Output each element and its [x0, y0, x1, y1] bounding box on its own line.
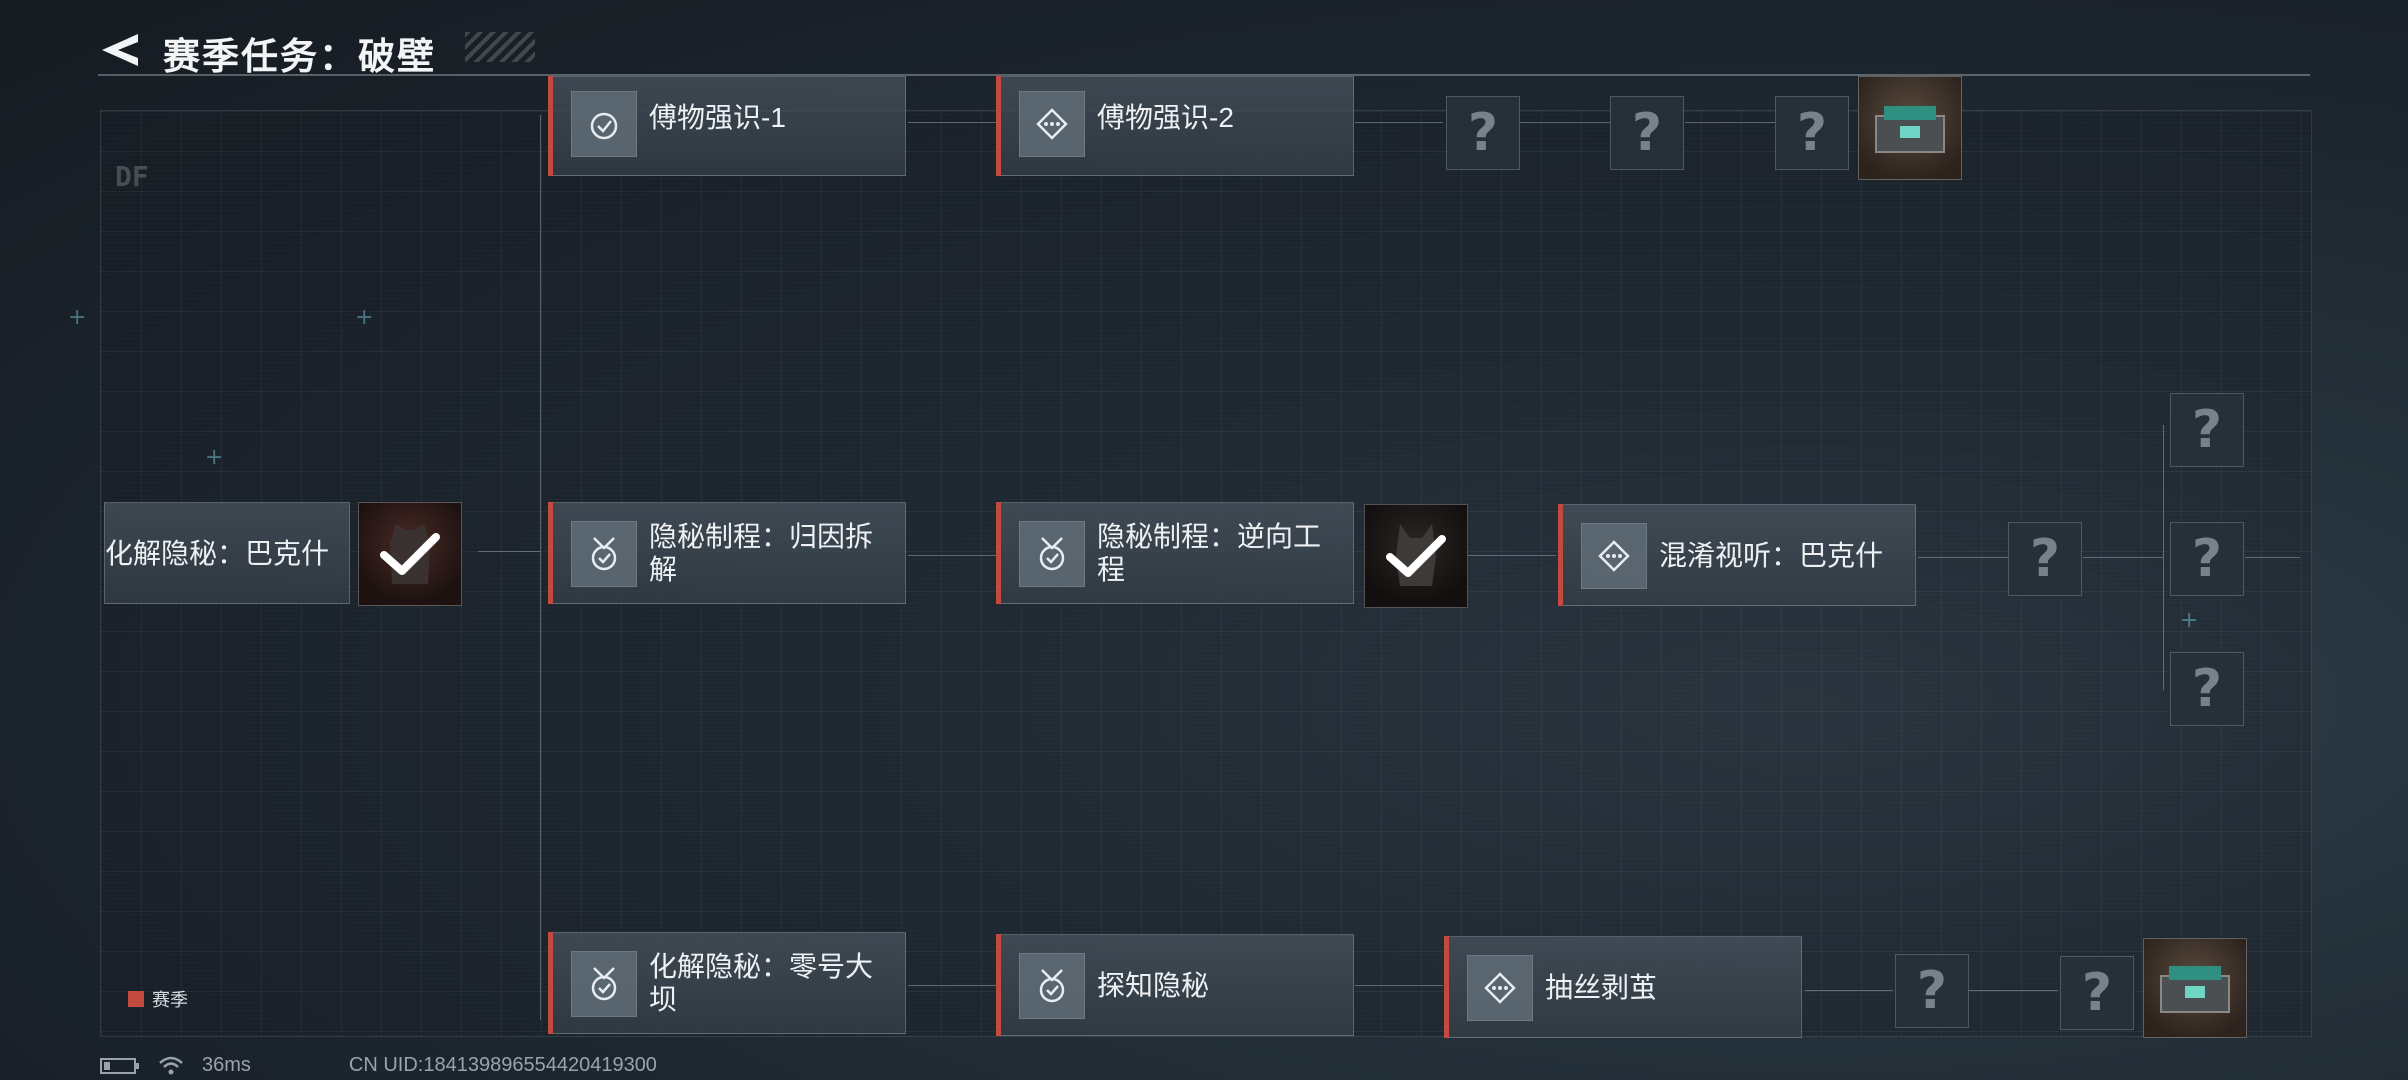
crosshair-decoration: + — [68, 305, 87, 330]
connector-line — [908, 555, 996, 556]
diamond-dots-icon — [1019, 91, 1085, 157]
locked-task-node[interactable]: ? — [2008, 522, 2082, 596]
task-card-resolve-dam[interactable]: 化解隐秘：零号大坝 — [548, 932, 906, 1034]
locked-task-node[interactable]: ? — [2060, 956, 2134, 1030]
connector-line — [1355, 122, 1443, 123]
checkmark-icon — [380, 533, 440, 575]
reward-crate[interactable] — [2143, 938, 2247, 1038]
connector-line — [478, 551, 540, 552]
task-card-unravel[interactable]: 抽丝剥茧 — [1444, 936, 1802, 1038]
latency-text: 36ms — [202, 1054, 251, 1076]
medal-check-icon — [571, 951, 637, 1017]
loot-crate-icon — [2160, 966, 2230, 1013]
medal-check-icon — [1019, 521, 1085, 587]
diamond-dots-icon — [1581, 523, 1647, 589]
back-arrow-icon — [102, 34, 138, 66]
connector-line — [1968, 990, 2058, 991]
task-card-artifact-2[interactable]: 傅物强识-2 — [996, 76, 1354, 176]
medal-check-icon — [571, 521, 637, 587]
task-label: 混淆视听：巴克什 — [1659, 539, 1884, 571]
title-hatch-decoration — [465, 32, 535, 62]
status-bar: 36ms CN UID:184139896554420419300 — [100, 1054, 657, 1077]
task-label: 化解隐秘：零号大坝 — [649, 951, 874, 1015]
task-label: 化解隐秘：巴克什 — [105, 537, 330, 569]
task-label: 隐秘制程：逆向工程 — [1097, 521, 1322, 585]
legend-swatch — [128, 991, 144, 1007]
task-card-resolve-bakesh[interactable]: 化解隐秘：巴克什 — [104, 502, 350, 604]
connector-line — [1355, 985, 1443, 986]
battery-icon — [100, 1057, 139, 1074]
crosshair-decoration: + — [355, 305, 374, 330]
task-card-confuse-bakesh[interactable]: 混淆视听：巴克什 — [1558, 504, 1916, 606]
locked-task-node[interactable]: ? — [2170, 652, 2244, 726]
reward-completed[interactable] — [358, 502, 462, 606]
task-label: 探知隐秘 — [1097, 969, 1210, 1001]
loot-crate-icon — [1875, 106, 1945, 153]
connector-line — [1918, 557, 2008, 558]
locked-task-node[interactable]: ? — [1446, 96, 1520, 170]
task-card-detect-secret[interactable]: 探知隐秘 — [996, 934, 1354, 1036]
connector-line — [1468, 555, 1556, 556]
reward-completed[interactable] — [1364, 504, 1468, 608]
locked-task-node[interactable]: ? — [1775, 96, 1849, 170]
back-button[interactable] — [98, 30, 142, 70]
connector-line — [1685, 122, 1775, 123]
connector-line — [2163, 425, 2164, 690]
locked-task-node[interactable]: ? — [1610, 96, 1684, 170]
legend-label: 赛季 — [152, 990, 188, 1010]
connector-line — [908, 122, 996, 123]
task-card-process-attribution[interactable]: 隐秘制程：归因拆解 — [548, 502, 906, 604]
task-card-reverse-engineering[interactable]: 隐秘制程：逆向工程 — [996, 502, 1354, 604]
wifi-icon — [159, 1056, 183, 1074]
task-label: 傅物强识-2 — [1097, 102, 1234, 133]
connector-line — [1805, 990, 1893, 991]
task-card-artifact-1[interactable]: 傅物强识-1 — [548, 76, 906, 176]
crosshair-decoration: + — [205, 445, 224, 470]
medal-check-icon — [571, 91, 637, 157]
locked-task-node[interactable]: ? — [2170, 393, 2244, 467]
connector-line — [908, 985, 996, 986]
reward-crate[interactable] — [1858, 76, 1962, 180]
connector-line — [2245, 557, 2300, 558]
connector-line — [540, 115, 541, 1020]
task-label: 傅物强识-1 — [649, 102, 786, 133]
medal-check-icon — [1019, 953, 1085, 1019]
locked-task-node[interactable]: ? — [2170, 522, 2244, 596]
task-label: 抽丝剥茧 — [1545, 971, 1658, 1003]
brand-watermark: DF — [115, 160, 149, 193]
task-label: 隐秘制程：归因拆解 — [649, 521, 874, 585]
uid-text: CN UID:184139896554420419300 — [348, 1054, 657, 1076]
crosshair-decoration: + — [2180, 608, 2199, 633]
locked-task-node[interactable]: ? — [1895, 954, 1969, 1028]
header: 赛季任务：破壁 — [0, 0, 2408, 80]
connector-line — [1520, 122, 1610, 123]
legend: 赛季 — [128, 986, 188, 1012]
connector-line — [2083, 557, 2163, 558]
diamond-dots-icon — [1467, 955, 1533, 1021]
page-title: 赛季任务：破壁 — [163, 36, 436, 77]
checkmark-icon — [1386, 535, 1446, 577]
